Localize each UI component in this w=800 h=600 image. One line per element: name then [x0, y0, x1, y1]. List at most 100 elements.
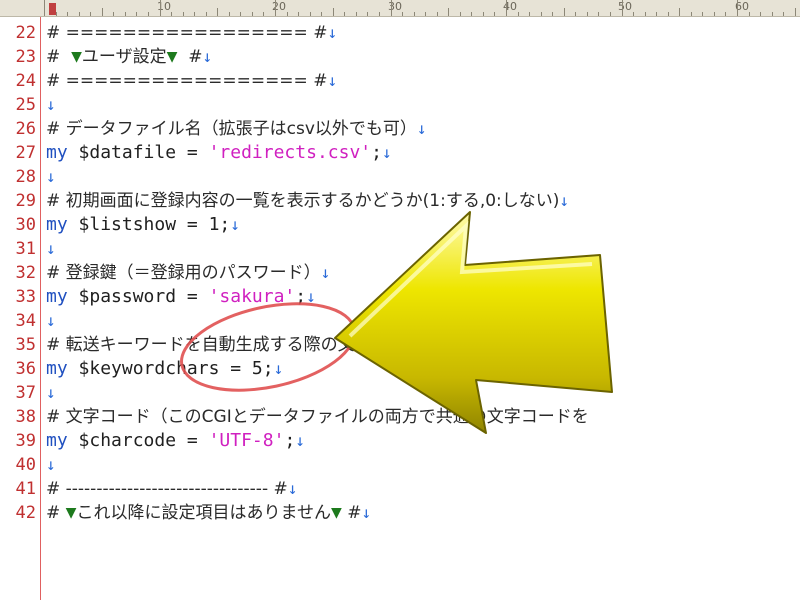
ruler-tick	[367, 12, 369, 16]
ruler-tick	[355, 12, 357, 16]
code-line[interactable]: # ================= #↓	[46, 69, 337, 93]
column-ruler: 10 20 30 40 50 60	[0, 0, 800, 17]
ruler-tick	[413, 12, 415, 16]
code-line[interactable]: # 登録鍵（＝登録用のパスワード）↓	[46, 261, 330, 285]
newline-marker-icon: ↓	[295, 431, 305, 450]
line-number: 36	[15, 359, 36, 379]
ruler-tick	[194, 12, 196, 16]
line-number: 42	[15, 503, 36, 523]
code-line[interactable]: ↓	[46, 381, 56, 405]
newline-marker-icon: ↓	[230, 215, 240, 234]
code-line[interactable]: ↓	[46, 237, 56, 261]
line-number: 34	[15, 311, 36, 331]
ruler-tick	[482, 12, 484, 16]
ruler-tick	[286, 12, 288, 16]
triangle-marker-icon: ▼	[65, 502, 77, 523]
ruler-tick	[748, 12, 750, 16]
newline-marker-icon: ↓	[416, 119, 427, 138]
code-line[interactable]: my $datafile = 'redirects.csv';↓	[46, 141, 392, 165]
code-line[interactable]: # データファイル名（拡張子はcsv以外でも可）↓	[46, 117, 427, 141]
line-number: 28	[15, 167, 36, 187]
keyword-token: my	[46, 430, 68, 451]
newline-marker-icon: ↓	[287, 479, 298, 498]
variable-token: $listshow = 1;	[78, 214, 231, 235]
ruler-tick	[713, 12, 715, 16]
code-line[interactable]: # ================= #↓	[46, 21, 337, 45]
line-number: 32	[15, 263, 36, 283]
ruler-tick	[275, 0, 276, 16]
ruler-tick	[309, 12, 311, 16]
comment-prefix: #	[46, 47, 72, 67]
code-line[interactable]: # 転送キーワードを自動生成する際の文字数(1以上の数値)↓	[46, 333, 507, 357]
ruler-tick	[644, 12, 646, 16]
newline-marker-icon: ↓	[46, 383, 56, 402]
code-line[interactable]: # 文字コード（このCGIとデータファイルの両方で共通の文字コードを	[46, 405, 589, 429]
ruler-label: 50	[618, 0, 632, 13]
code-line[interactable]: ↓	[46, 309, 56, 333]
variable-token: $datafile =	[78, 142, 209, 163]
comment-text: # ================= #	[46, 71, 328, 91]
ruler-tick	[171, 12, 173, 16]
line-number: 25	[15, 95, 36, 115]
line-number: 24	[15, 71, 36, 91]
code-area[interactable]: # ================= #↓ # ▼ユーザ設定▼ #↓ # ====…	[46, 17, 800, 600]
ruler-tick	[436, 12, 438, 16]
code-line[interactable]: # ▼これ以降に設定項目はありません▼ #↓	[46, 501, 371, 525]
newline-marker-icon: ↓	[273, 359, 284, 378]
line-number: 27	[15, 143, 36, 163]
ruler-tick	[448, 8, 450, 16]
ruler-tick	[136, 12, 138, 16]
ruler-tick	[332, 8, 334, 16]
newline-marker-icon: ↓	[361, 503, 372, 522]
triangle-marker-icon: ▼	[166, 46, 178, 67]
ruler-tick	[517, 12, 519, 16]
code-line[interactable]: # 初期画面に登録内容の一覧を表示するかどうか(1:する,0:しない)↓	[46, 189, 569, 213]
code-line[interactable]: ↓	[46, 165, 56, 189]
keyword-token: my	[46, 358, 68, 379]
code-line[interactable]: my $keywordchars = 5;↓	[46, 357, 283, 381]
code-line[interactable]: ↓	[46, 93, 56, 117]
code-line[interactable]: ↓	[46, 453, 56, 477]
ruler-tick	[147, 12, 149, 16]
code-line[interactable]: # --------------------------------- #↓	[46, 477, 297, 501]
ruler-tick	[529, 12, 531, 16]
ruler-tick	[205, 12, 207, 16]
comment-suffix: #	[177, 47, 203, 67]
line-number: 29	[15, 191, 36, 211]
ruler-tick	[240, 12, 242, 16]
ruler-tick	[217, 8, 219, 16]
comment-text: # 初期画面に登録内容の一覧を表示するかどうか(1:する,0:しない)	[46, 191, 560, 211]
newline-marker-icon: ↓	[381, 143, 392, 162]
ruler-tick	[783, 12, 785, 16]
newline-marker-icon: ↓	[559, 191, 570, 210]
line-number: 35	[15, 335, 36, 355]
ruler-tick	[633, 12, 635, 16]
ruler-tick	[390, 0, 392, 16]
ruler-tick	[794, 8, 796, 16]
ruler-tick	[378, 12, 380, 16]
comment-suffix: #	[341, 503, 362, 523]
code-line[interactable]: my $listshow = 1;↓	[46, 213, 240, 237]
ruler-tick	[251, 12, 253, 16]
comment-text: # 登録鍵（＝登録用のパスワード）	[46, 263, 321, 283]
code-line[interactable]: my $charcode = 'UTF-8';↓	[46, 429, 305, 453]
ruler-tick	[737, 0, 738, 16]
ruler-tick	[55, 12, 57, 16]
ruler-tick	[621, 0, 623, 16]
line-number: 39	[15, 431, 36, 451]
newline-marker-icon: ↓	[46, 95, 56, 114]
ruler-tick	[598, 12, 600, 16]
code-line[interactable]: my $password = 'sakura';↓	[46, 285, 316, 309]
ruler-tick	[690, 12, 692, 16]
code-line[interactable]: # ▼ユーザ設定▼ #↓	[46, 45, 212, 69]
line-number: 37	[15, 383, 36, 403]
ruler-tick	[113, 12, 115, 16]
comment-text: # 転送キーワードを自動生成する際の文字数(1以上の数値)	[46, 335, 498, 355]
ruler-tick	[667, 12, 669, 16]
line-number-gutter: 22 23 24 25 26 27 28 29 30 31 32 33 34 35 36 37 38 39 40 41…	[0, 17, 41, 600]
ruler-tick	[228, 12, 230, 16]
keyword-token: my	[46, 286, 68, 307]
newline-marker-icon: ↓	[46, 239, 56, 258]
ruler-tick	[771, 12, 773, 16]
ruler-tick	[506, 0, 507, 16]
